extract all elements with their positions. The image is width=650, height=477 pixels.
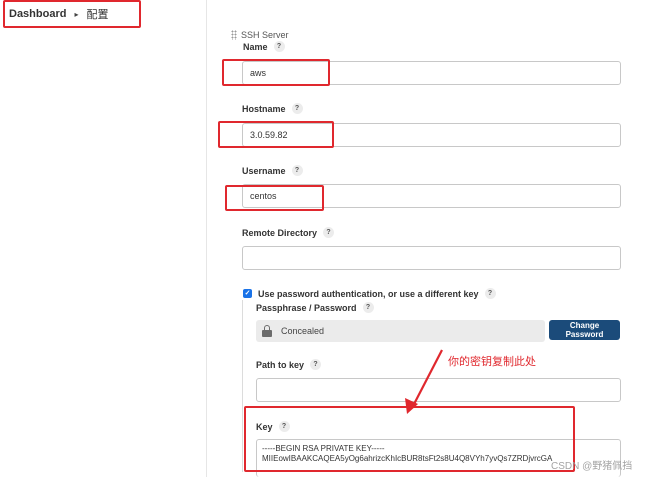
password-auth-checkbox[interactable]: ✓ [243, 289, 252, 298]
help-icon[interactable]: ? [484, 288, 496, 299]
path-to-key-label-text: Path to key [256, 359, 305, 370]
help-icon[interactable]: ? [310, 359, 322, 370]
passphrase-value: Concealed [281, 326, 325, 336]
nested-options-divider [242, 300, 243, 472]
hostname-input[interactable]: 3.0.59.82 [242, 123, 621, 147]
remote-directory-label-text: Remote Directory [242, 227, 318, 238]
password-auth-row: ✓ Use password authentication, or use a … [243, 288, 496, 299]
help-icon[interactable]: ? [323, 227, 335, 238]
username-value: centos [250, 191, 277, 201]
help-icon[interactable]: ? [291, 103, 303, 114]
help-icon[interactable]: ? [273, 41, 285, 52]
name-value: aws [250, 68, 267, 78]
annotation-text: 你的密钥复制此处 [448, 356, 536, 368]
side-panel [0, 0, 206, 477]
help-icon[interactable]: ? [291, 165, 303, 176]
remote-directory-input[interactable] [242, 246, 621, 270]
username-label: Username ? [242, 165, 303, 176]
section-header: SSH Server [231, 30, 289, 40]
name-label-text: Name [243, 41, 268, 52]
hostname-value: 3.0.59.82 [250, 130, 288, 140]
passphrase-field: Concealed [256, 320, 545, 342]
path-to-key-label: Path to key ? [256, 359, 322, 370]
breadcrumb-dashboard-link[interactable]: Dashboard [9, 8, 66, 20]
passphrase-label-text: Passphrase / Password [256, 302, 357, 313]
change-password-button[interactable]: Change Password [549, 320, 620, 340]
password-auth-label[interactable]: Use password authentication, or use a di… [258, 289, 479, 299]
username-label-text: Username [242, 165, 286, 176]
breadcrumb: Dashboard ▸ 配置 [3, 0, 141, 28]
path-to-key-input[interactable] [256, 378, 621, 402]
help-icon[interactable]: ? [278, 421, 290, 432]
key-line-1: -----BEGIN RSA PRIVATE KEY----- [262, 444, 385, 453]
remote-directory-label: Remote Directory ? [242, 227, 335, 238]
key-label: Key ? [256, 421, 290, 432]
name-input[interactable]: aws [242, 61, 621, 85]
watermark: CSDN @野猪佩挡 [551, 461, 633, 472]
username-input[interactable]: centos [242, 184, 621, 208]
breadcrumb-current: 配置 [86, 9, 109, 21]
key-label-text: Key [256, 421, 273, 432]
hostname-label-text: Hostname [242, 103, 286, 114]
chevron-right-icon: ▸ [74, 9, 79, 19]
hostname-label: Hostname ? [242, 103, 303, 114]
drag-handle-icon[interactable] [231, 30, 237, 40]
lock-icon [262, 325, 272, 337]
passphrase-label: Passphrase / Password ? [256, 302, 374, 313]
name-label: Name ? [243, 41, 285, 52]
section-title: SSH Server [241, 30, 289, 40]
help-icon[interactable]: ? [362, 302, 374, 313]
